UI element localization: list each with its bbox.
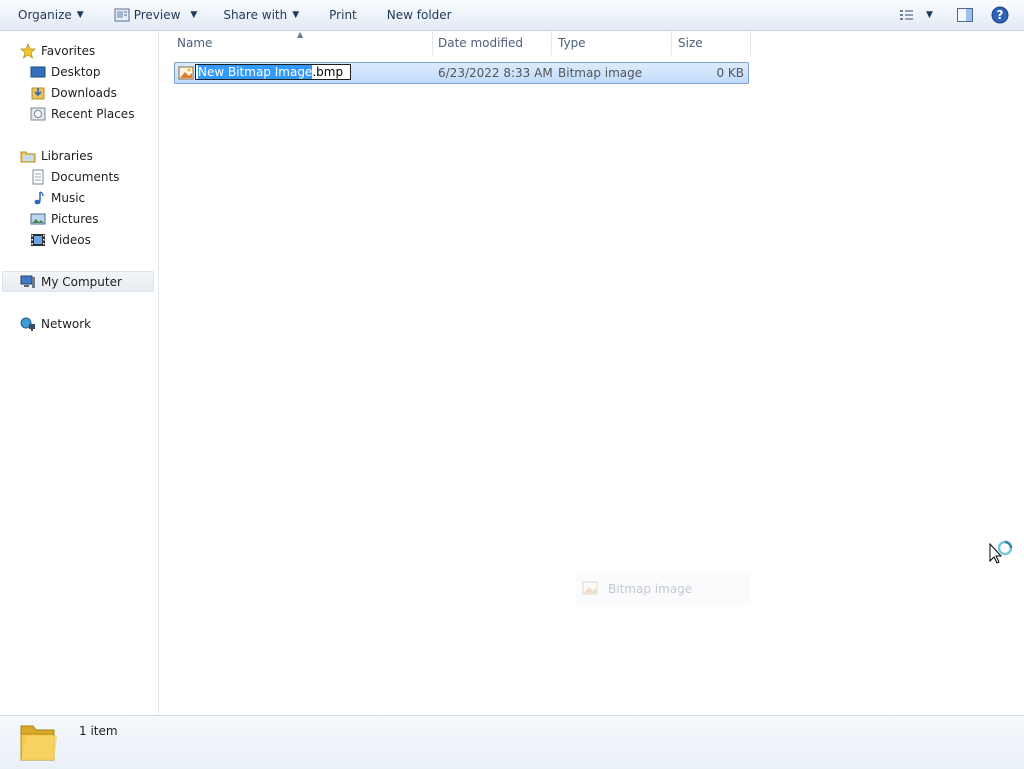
nav-favorites[interactable]: Favorites <box>20 40 95 61</box>
computer-icon <box>20 274 36 290</box>
table-row[interactable]: New Bitmap Image .bmp 6/23/2022 8:33 AM B… <box>174 62 749 84</box>
busy-cursor-icon <box>988 538 1018 573</box>
nav-pictures[interactable]: Pictures <box>30 208 99 229</box>
nav-videos-label: Videos <box>51 232 91 247</box>
nav-downloads-label: Downloads <box>51 85 117 100</box>
nav-favorites-label: Favorites <box>41 43 96 58</box>
nav-network[interactable]: Network <box>20 313 91 334</box>
column-header-size-label: Size <box>678 36 703 50</box>
folder-icon <box>18 720 58 767</box>
libraries-icon <box>20 148 36 164</box>
nav-downloads[interactable]: Downloads <box>30 82 117 103</box>
filename-extension-text: .bmp <box>312 65 344 79</box>
nav-desktop-label: Desktop <box>51 64 101 79</box>
file-list-pane: Name ▲ Date modified Type Size New Bitma… <box>159 30 1024 715</box>
print-button[interactable]: Print <box>321 0 365 30</box>
chevron-down-icon: ▼ <box>926 10 933 20</box>
videos-icon <box>30 232 46 248</box>
file-date-modified: 6/23/2022 8:33 AM <box>438 66 553 80</box>
document-icon <box>30 169 46 185</box>
chevron-down-icon: ▼ <box>190 10 198 20</box>
filename-selected-text: New Bitmap Image <box>198 65 313 79</box>
network-icon <box>20 316 36 332</box>
help-button[interactable]: ? <box>991 0 1009 30</box>
nav-my-computer[interactable]: My Computer <box>2 271 154 292</box>
file-type: Bitmap image <box>558 66 643 80</box>
column-header-date-label: Date modified <box>438 36 524 50</box>
view-details-icon <box>900 10 913 20</box>
nav-documents[interactable]: Documents <box>30 166 119 187</box>
music-icon <box>30 190 46 206</box>
preview-pane-icon <box>957 8 973 22</box>
pictures-icon <box>30 211 46 227</box>
chevron-down-icon: ▼ <box>76 10 84 20</box>
details-pane: 1 item <box>0 715 1024 769</box>
preview-button[interactable]: Preview ▼ <box>106 0 206 30</box>
column-header-name-label: Name <box>177 36 213 50</box>
column-header-date-modified[interactable]: Date modified <box>438 31 551 55</box>
organize-label: Organize <box>18 8 72 22</box>
column-divider[interactable] <box>432 31 433 55</box>
preview-pane-button[interactable] <box>956 0 974 30</box>
nav-desktop[interactable]: Desktop <box>30 61 101 82</box>
item-count: 1 item <box>79 724 118 738</box>
filename-rename-input[interactable]: New Bitmap Image .bmp <box>195 64 351 80</box>
column-header-size[interactable]: Size <box>678 31 750 55</box>
svg-text:?: ? <box>997 8 1004 22</box>
print-label: Print <box>329 8 357 22</box>
nav-music-label: Music <box>51 190 86 205</box>
nav-recent-places[interactable]: Recent Places <box>30 103 134 124</box>
bitmap-file-icon <box>178 65 194 84</box>
share-with-label: Share with <box>223 8 288 22</box>
nav-documents-label: Documents <box>51 169 120 184</box>
column-divider[interactable] <box>671 31 672 55</box>
share-with-button[interactable]: Share with ▼ <box>215 0 307 30</box>
column-header-type[interactable]: Type <box>558 31 671 55</box>
downloads-icon <box>30 85 46 101</box>
nav-videos[interactable]: Videos <box>30 229 91 250</box>
drag-ghost: Bitmap image <box>576 572 751 606</box>
column-divider[interactable] <box>551 31 552 55</box>
nav-recent-places-label: Recent Places <box>51 106 135 121</box>
preview-label: Preview <box>133 8 181 22</box>
help-icon: ? <box>991 6 1009 24</box>
chevron-down-icon: ▼ <box>292 10 300 20</box>
star-icon <box>20 42 36 59</box>
desktop-icon <box>30 64 46 80</box>
recent-places-icon <box>30 106 46 122</box>
command-bar: Organize ▼ Preview ▼ Share with ▼ Print … <box>0 0 1024 31</box>
new-folder-label: New folder <box>386 8 452 22</box>
column-header-name[interactable]: Name <box>177 31 432 55</box>
navigation-pane: Favorites Desktop Downloads Recent Place… <box>0 31 159 715</box>
nav-music[interactable]: Music <box>30 187 85 208</box>
nav-libraries[interactable]: Libraries <box>20 145 93 166</box>
preview-icon <box>114 8 130 22</box>
nav-network-label: Network <box>41 316 92 331</box>
column-header-type-label: Type <box>558 36 586 50</box>
change-view-button[interactable]: ▼ <box>898 0 933 30</box>
nav-pictures-label: Pictures <box>51 211 99 226</box>
drag-ghost-label: Bitmap image <box>608 582 693 596</box>
nav-my-computer-label: My Computer <box>41 274 122 289</box>
sort-ascending-icon: ▲ <box>297 30 304 39</box>
organize-button[interactable]: Organize ▼ <box>10 0 92 30</box>
bitmap-file-icon <box>582 580 598 599</box>
file-size: 0 KB <box>716 66 744 80</box>
nav-libraries-label: Libraries <box>41 148 93 163</box>
column-divider[interactable] <box>750 31 751 55</box>
new-folder-button[interactable]: New folder <box>379 0 460 30</box>
